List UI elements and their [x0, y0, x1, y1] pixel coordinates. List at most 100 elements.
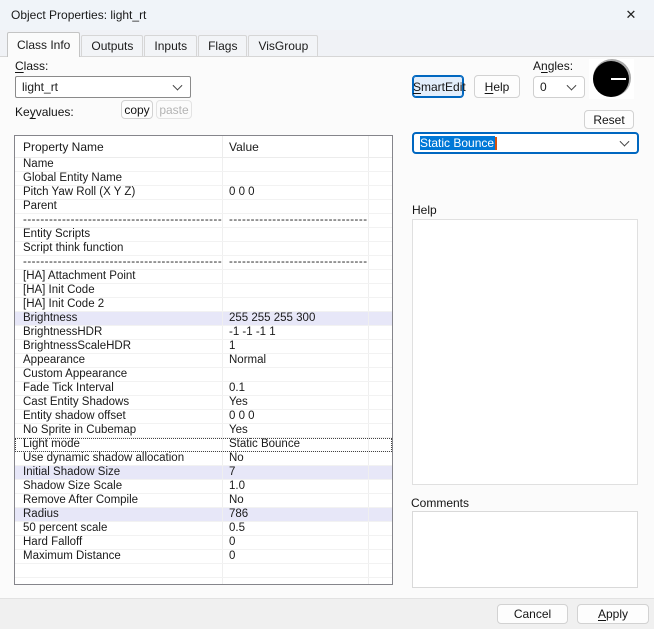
tab-inputs[interactable]: Inputs	[144, 35, 197, 56]
property-name-cell[interactable]: Maximum Distance	[15, 550, 223, 563]
table-row[interactable]: Fade Tick Interval0.1	[15, 382, 392, 396]
property-name-cell[interactable]: Initial Shadow Size	[15, 466, 223, 479]
table-row[interactable]: Name	[15, 158, 392, 172]
smartedit-button[interactable]: SmartEdit	[412, 75, 464, 98]
table-row[interactable]: Global Entity Name	[15, 172, 392, 186]
property-value-cell[interactable]	[223, 242, 369, 255]
tab-visgroup[interactable]: VisGroup	[248, 35, 318, 56]
light-mode-combobox[interactable]: Static Bounce	[412, 132, 639, 154]
property-name-cell[interactable]: [HA] Attachment Point	[15, 270, 223, 283]
reset-button[interactable]: Reset	[584, 110, 634, 129]
table-row[interactable]: No Sprite in CubemapYes	[15, 424, 392, 438]
property-value-cell[interactable]: 0.1	[223, 382, 369, 395]
property-name-cell[interactable]: ----------------------------------------…	[15, 256, 223, 269]
property-value-cell[interactable]: 255 255 255 300	[223, 312, 369, 325]
class-combobox[interactable]: light_rt	[15, 76, 191, 98]
table-row[interactable]	[15, 578, 392, 585]
property-name-cell[interactable]: Use dynamic shadow allocation	[15, 452, 223, 465]
property-name-cell[interactable]	[15, 578, 223, 585]
property-name-cell[interactable]	[15, 564, 223, 577]
property-name-cell[interactable]: Light mode	[15, 438, 223, 451]
property-name-cell[interactable]: Remove After Compile	[15, 494, 223, 507]
property-value-cell[interactable]: Yes	[223, 396, 369, 409]
property-value-cell[interactable]	[223, 172, 369, 185]
property-value-cell[interactable]: Yes	[223, 424, 369, 437]
table-row[interactable]: Script think function	[15, 242, 392, 256]
property-value-cell[interactable]: Normal	[223, 354, 369, 367]
property-name-cell[interactable]: Brightness	[15, 312, 223, 325]
property-value-cell[interactable]: 0	[223, 550, 369, 563]
property-value-cell[interactable]: 0 0 0	[223, 410, 369, 423]
property-name-cell[interactable]: Entity shadow offset	[15, 410, 223, 423]
table-row[interactable]: AppearanceNormal	[15, 354, 392, 368]
property-value-cell[interactable]: Static Bounce	[223, 438, 369, 451]
property-value-cell[interactable]	[223, 200, 369, 213]
property-name-cell[interactable]: Name	[15, 158, 223, 171]
paste-button[interactable]: paste	[156, 100, 192, 119]
property-name-cell[interactable]: ----------------------------------------…	[15, 214, 223, 227]
table-row[interactable]: Initial Shadow Size7	[15, 466, 392, 480]
table-row[interactable]: Pitch Yaw Roll (X Y Z)0 0 0	[15, 186, 392, 200]
property-value-cell[interactable]: 0	[223, 536, 369, 549]
property-name-cell[interactable]: Radius	[15, 508, 223, 521]
table-row[interactable]: ----------------------------------------…	[15, 256, 392, 270]
property-name-cell[interactable]: Fade Tick Interval	[15, 382, 223, 395]
tab-outputs[interactable]: Outputs	[81, 35, 143, 56]
property-value-cell[interactable]: 786	[223, 508, 369, 521]
property-name-cell[interactable]: Hard Falloff	[15, 536, 223, 549]
table-row[interactable]: ----------------------------------------…	[15, 214, 392, 228]
angles-combobox[interactable]: 0	[533, 76, 585, 98]
property-name-cell[interactable]: BrightnessScaleHDR	[15, 340, 223, 353]
table-row[interactable]: Shadow Size Scale1.0	[15, 480, 392, 494]
table-row[interactable]	[15, 564, 392, 578]
tab-class-info[interactable]: Class Info	[7, 32, 80, 57]
table-row[interactable]: Use dynamic shadow allocationNo	[15, 452, 392, 466]
property-name-cell[interactable]: No Sprite in Cubemap	[15, 424, 223, 437]
table-row[interactable]: [HA] Attachment Point	[15, 270, 392, 284]
property-value-cell[interactable]	[223, 284, 369, 297]
property-value-cell[interactable]: 0.5	[223, 522, 369, 535]
property-value-cell[interactable]: 7	[223, 466, 369, 479]
table-row[interactable]: Custom Appearance	[15, 368, 392, 382]
property-value-cell[interactable]: 1.0	[223, 480, 369, 493]
property-name-cell[interactable]: Pitch Yaw Roll (X Y Z)	[15, 186, 223, 199]
property-table[interactable]: Property Name Value NameGlobal Entity Na…	[14, 135, 393, 585]
property-value-cell[interactable]: ----------------------------------------…	[223, 256, 369, 269]
property-name-cell[interactable]: Global Entity Name	[15, 172, 223, 185]
property-value-cell[interactable]	[223, 158, 369, 171]
table-row[interactable]: 50 percent scale0.5	[15, 522, 392, 536]
property-name-cell[interactable]: [HA] Init Code 2	[15, 298, 223, 311]
property-value-cell[interactable]: ----------------------------------------…	[223, 214, 369, 227]
property-name-cell[interactable]: Entity Scripts	[15, 228, 223, 241]
table-row[interactable]: Entity Scripts	[15, 228, 392, 242]
property-value-cell[interactable]	[223, 578, 369, 585]
property-value-cell[interactable]: 1	[223, 340, 369, 353]
table-row[interactable]: Radius786	[15, 508, 392, 522]
table-row[interactable]: [HA] Init Code 2	[15, 298, 392, 312]
property-name-cell[interactable]: Appearance	[15, 354, 223, 367]
apply-button[interactable]: Apply	[577, 604, 649, 624]
close-icon[interactable]: ✕	[616, 3, 646, 27]
table-row[interactable]: Light modeStatic Bounce	[15, 438, 392, 452]
table-row[interactable]: [HA] Init Code	[15, 284, 392, 298]
property-value-cell[interactable]	[223, 228, 369, 241]
property-name-cell[interactable]: Shadow Size Scale	[15, 480, 223, 493]
table-row[interactable]: Parent	[15, 200, 392, 214]
property-value-cell[interactable]: -1 -1 -1 1	[223, 326, 369, 339]
angle-dial[interactable]	[589, 59, 634, 99]
table-row[interactable]: BrightnessHDR-1 -1 -1 1	[15, 326, 392, 340]
table-row[interactable]: Remove After CompileNo	[15, 494, 392, 508]
property-name-cell[interactable]: Script think function	[15, 242, 223, 255]
property-value-cell[interactable]	[223, 270, 369, 283]
tab-flags[interactable]: Flags	[198, 35, 247, 56]
table-row[interactable]: BrightnessScaleHDR1	[15, 340, 392, 354]
property-name-cell[interactable]: BrightnessHDR	[15, 326, 223, 339]
table-row[interactable]: Cast Entity ShadowsYes	[15, 396, 392, 410]
property-value-cell[interactable]	[223, 564, 369, 577]
copy-button[interactable]: copy	[121, 100, 153, 119]
help-button[interactable]: Help	[474, 75, 520, 98]
property-value-cell[interactable]: No	[223, 452, 369, 465]
property-value-cell[interactable]	[223, 298, 369, 311]
cancel-button[interactable]: Cancel	[497, 604, 568, 624]
property-value-cell[interactable]: 0 0 0	[223, 186, 369, 199]
